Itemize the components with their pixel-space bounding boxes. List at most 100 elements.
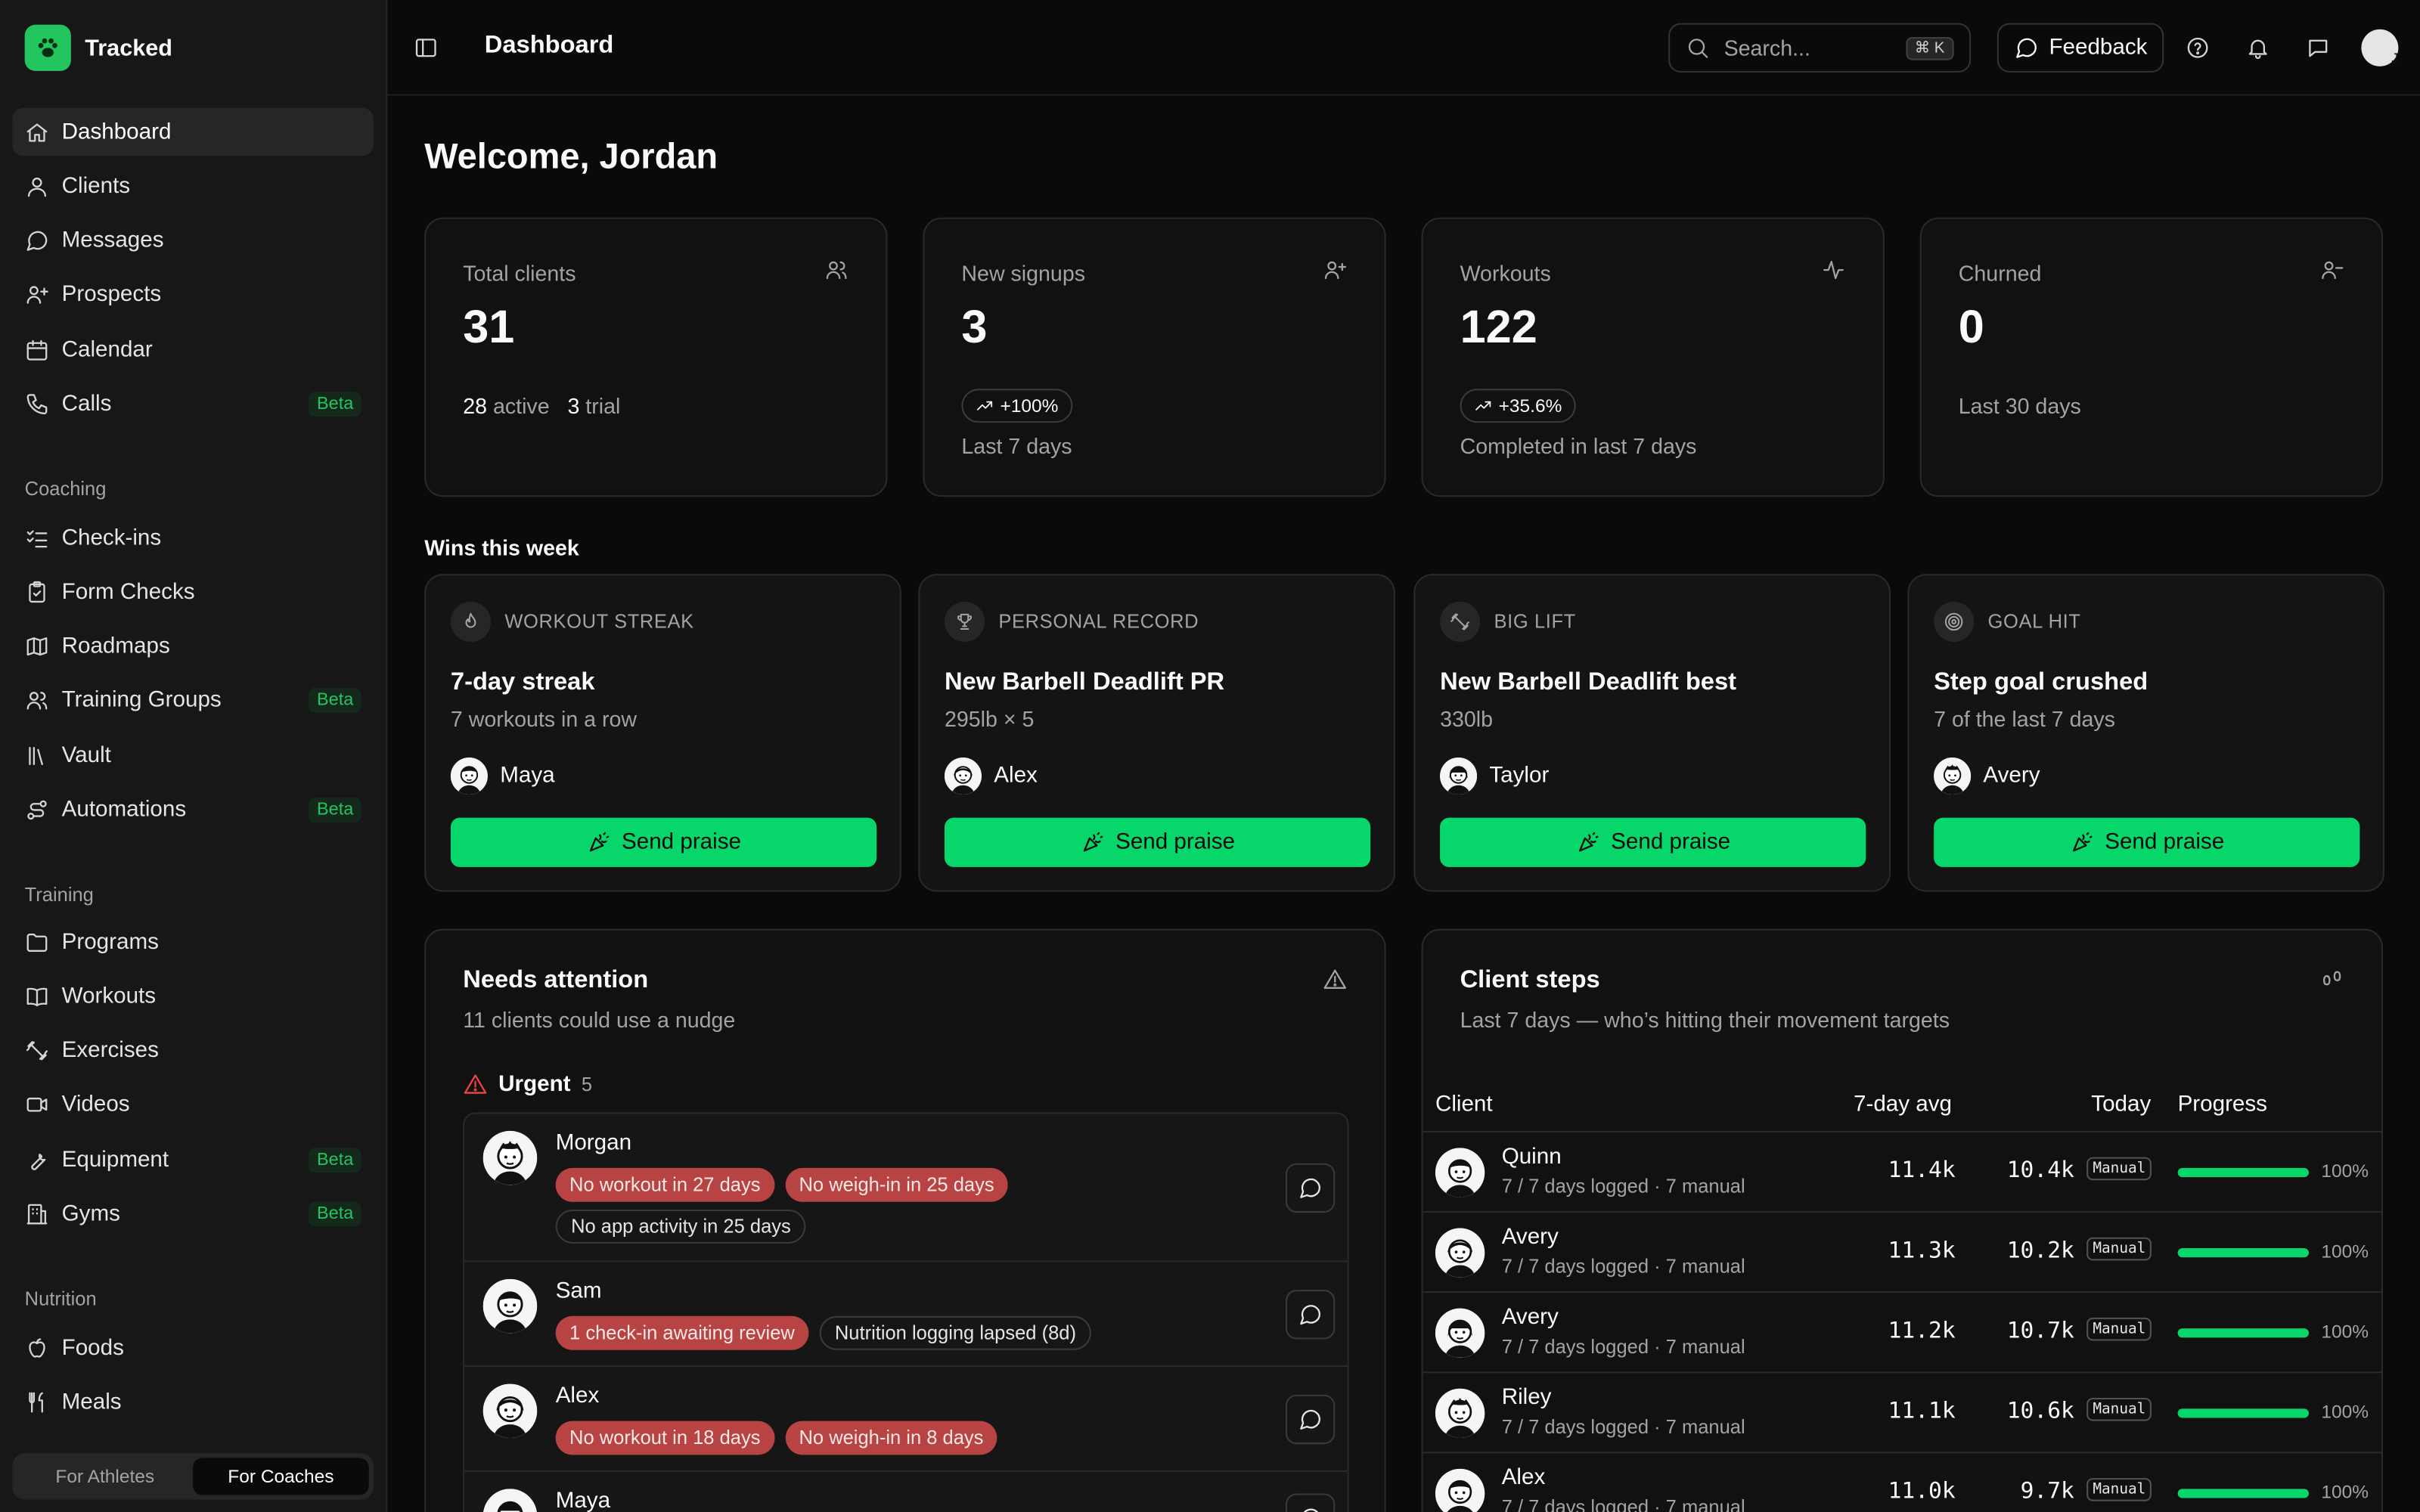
message-client-button[interactable] [1285, 1290, 1336, 1340]
bell-icon[interactable] [2245, 36, 2270, 60]
stat-label: Churned [1958, 260, 2042, 286]
logged-meta: 7 / 7 days logged · 7 manual [1501, 1176, 1745, 1198]
sidebar-item-prospects[interactable]: Prospects [12, 271, 374, 319]
message-client-button[interactable] [1285, 1394, 1336, 1445]
win-client[interactable]: Taylor [1440, 758, 1549, 795]
client-name: Avery [1983, 764, 2040, 789]
phone-icon [25, 392, 50, 417]
issue-tag: Nutrition logging lapsed (8d) [819, 1315, 1092, 1350]
stat-period: Last 30 days [1958, 393, 2081, 419]
issue-tag: 1 check-in awaiting review [555, 1315, 809, 1350]
toggle-athletes[interactable]: For Athletes [17, 1458, 193, 1495]
user-minus-icon [2319, 258, 2344, 283]
table-row[interactable]: Avery 7 / 7 days logged · 7 manual 11.2k 10… [1423, 1291, 2381, 1371]
message-client-button[interactable] [1285, 1493, 1336, 1512]
dumbbell-icon [1449, 611, 1471, 633]
building-icon [25, 1201, 50, 1226]
sidebar-toggle-icon[interactable] [414, 36, 439, 60]
attention-row[interactable]: Maya [464, 1471, 1348, 1512]
sidebar-item-calendar[interactable]: Calendar [12, 326, 374, 373]
avg-steps: 11.3k [1888, 1238, 1956, 1264]
win-kind: WORKOUT STREAK [504, 611, 694, 633]
progress-bar [2177, 1248, 2310, 1258]
avg-steps: 11.4k [1888, 1158, 1956, 1184]
sidebar-item-vault[interactable]: Vault [12, 731, 374, 779]
win-client[interactable]: Avery [1934, 758, 2040, 795]
help-icon[interactable] [2186, 36, 2211, 60]
table-row[interactable]: Riley 7 / 7 days logged · 7 manual 11.1k 10… [1423, 1371, 2381, 1452]
sidebar-item-check-ins[interactable]: Check-ins [12, 514, 374, 562]
progress-bar [2177, 1328, 2310, 1338]
issue-tags: 1 check-in awaiting review Nutrition logg… [555, 1315, 1235, 1350]
sidebar-item-dashboard[interactable]: Dashboard [12, 107, 374, 156]
sidebar-item-messages[interactable]: Messages [12, 217, 374, 265]
win-detail: 295lb × 5 [944, 706, 1035, 732]
paw-logo-icon [24, 24, 71, 71]
party-popper-icon [2069, 830, 2094, 855]
sidebar-item-roadmaps[interactable]: Roadmaps [12, 622, 374, 670]
message-square-icon [1298, 1407, 1323, 1432]
sidebar-item-form-checks[interactable]: Form Checks [12, 569, 374, 616]
search-input[interactable]: Search... ⌘ K [1668, 23, 1972, 73]
table-row[interactable]: Quinn 7 / 7 days logged · 7 manual 11.4k 10… [1423, 1130, 2381, 1211]
calendar-icon [25, 337, 50, 362]
logged-meta: 7 / 7 days logged · 7 manual [1501, 1256, 1745, 1278]
send-praise-button[interactable]: Send praise [944, 817, 1371, 867]
table-row[interactable]: Alex 7 / 7 days logged · 7 manual 11.0k 9.7… [1423, 1452, 2381, 1512]
sidebar-item-foods[interactable]: Foods [12, 1324, 374, 1371]
sidebar-item-clients[interactable]: Clients [12, 163, 374, 210]
win-type-badge [1440, 601, 1481, 642]
progress-percent: 100% [2321, 1481, 2369, 1503]
brand[interactable]: Tracked [24, 24, 172, 71]
attention-row[interactable]: Sam 1 check-in awaiting review Nutrition l… [464, 1262, 1348, 1368]
win-detail: 330lb [1440, 706, 1493, 732]
sidebar-item-label: Programs [61, 929, 159, 955]
table-row[interactable]: Avery 7 / 7 days logged · 7 manual 11.3k 10… [1423, 1211, 2381, 1291]
active-count: 28 [463, 393, 488, 419]
user-avatar[interactable]: J [2361, 29, 2399, 67]
client-name: Alex [1501, 1465, 1546, 1491]
feedback-button[interactable]: Feedback [1996, 23, 2164, 73]
sidebar-item-meals[interactable]: Meals [12, 1378, 374, 1426]
sidebar-item-videos[interactable]: Videos [12, 1081, 374, 1129]
attention-row[interactable]: Alex No workout in 18 days No weigh-in in … [464, 1367, 1348, 1472]
sidebar-item-gyms[interactable]: Gyms Beta [12, 1190, 374, 1238]
sidebar-item-automations[interactable]: Automations Beta [12, 785, 374, 833]
stat-label: Total clients [463, 260, 576, 286]
sidebar-item-workouts[interactable]: Workouts [12, 972, 374, 1020]
win-kind: GOAL HIT [1987, 611, 2081, 633]
party-popper-icon [586, 830, 611, 855]
library-icon [25, 743, 50, 768]
message-client-button[interactable] [1285, 1163, 1336, 1213]
send-praise-button[interactable]: Send praise [1934, 817, 2360, 867]
trial-label: trial [585, 393, 621, 419]
send-praise-button[interactable]: Send praise [1440, 817, 1866, 867]
sidebar-item-label: Automations [61, 797, 187, 823]
sidebar-item-label: Videos [61, 1092, 130, 1118]
book-icon [25, 984, 50, 1009]
win-client[interactable]: Maya [450, 758, 555, 795]
sidebar-item-exercises[interactable]: Exercises [12, 1027, 374, 1074]
page-title: Dashboard [484, 32, 614, 59]
user-plus-icon [25, 283, 50, 308]
topbar: Dashboard Search... ⌘ K Feedback J [387, 0, 2420, 96]
win-card: GOAL HIT Step goal crushed 7 of the last 7… [1907, 574, 2385, 892]
attention-row[interactable]: Morgan No workout in 27 days No weigh-in i… [464, 1114, 1348, 1263]
sidebar-item-programs[interactable]: Programs [12, 918, 374, 965]
toggle-coaches[interactable]: For Coaches [193, 1458, 369, 1495]
client-name: Quinn [1501, 1145, 1562, 1170]
sidebar-item-training-groups[interactable]: Training Groups Beta [12, 677, 374, 724]
stat-value: 31 [463, 302, 515, 354]
today-steps: 10.7k [2006, 1318, 2074, 1344]
win-kind: BIG LIFT [1494, 611, 1576, 633]
stat-new-signups: New signups 3 +100% Last 7 days [923, 217, 1386, 497]
trending-up-icon [976, 396, 994, 414]
chat-icon[interactable] [2306, 36, 2331, 60]
col-today: Today [2091, 1092, 2152, 1117]
target-icon [1943, 611, 1965, 633]
win-client[interactable]: Alex [944, 758, 1038, 795]
send-praise-button[interactable]: Send praise [450, 817, 877, 867]
active-label: active [492, 393, 550, 419]
sidebar-item-equipment[interactable]: Equipment Beta [12, 1136, 374, 1183]
sidebar-item-calls[interactable]: Calls Beta [12, 380, 374, 428]
